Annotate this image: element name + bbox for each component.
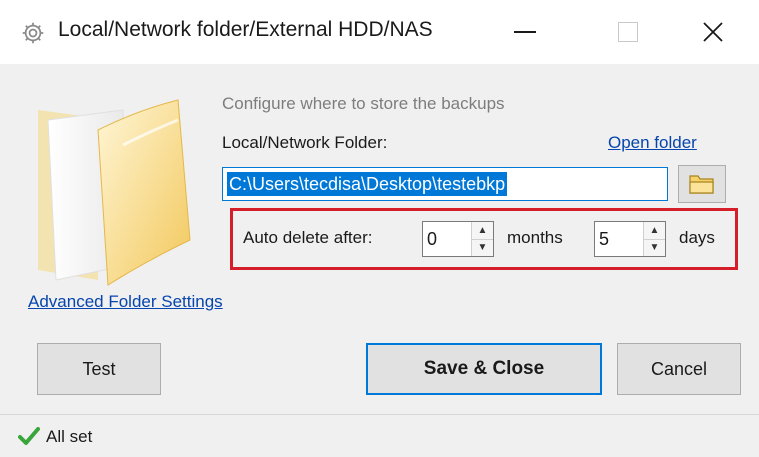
status-bar: All set xyxy=(0,414,759,457)
days-stepper-arrows: ▲ ▼ xyxy=(643,222,665,256)
save-close-button[interactable]: Save & Close xyxy=(366,343,602,395)
window-title: Local/Network folder/External HDD/NAS xyxy=(58,18,433,41)
cancel-button[interactable]: Cancel xyxy=(617,343,741,395)
folder-path-input[interactable]: C:\Users\tecdisa\Desktop\testebkp xyxy=(222,167,668,201)
folder-path-value: C:\Users\tecdisa\Desktop\testebkp xyxy=(227,172,508,196)
months-label: months xyxy=(507,228,563,247)
days-down-icon[interactable]: ▼ xyxy=(644,238,665,257)
months-stepper[interactable]: 0 ▲ ▼ xyxy=(422,221,494,257)
open-folder-link[interactable]: Open folder xyxy=(608,133,697,153)
minimize-button[interactable] xyxy=(480,0,570,64)
close-icon xyxy=(703,22,723,42)
folder-illustration-icon xyxy=(38,99,191,286)
close-button[interactable] xyxy=(668,0,758,64)
status-text: All set xyxy=(46,427,93,446)
months-down-icon[interactable]: ▼ xyxy=(472,238,493,257)
minimize-icon xyxy=(514,31,536,33)
maximize-icon xyxy=(618,22,638,42)
browse-folder-button[interactable] xyxy=(678,165,726,203)
days-up-icon[interactable]: ▲ xyxy=(644,222,665,239)
months-value[interactable]: 0 xyxy=(423,222,471,256)
description-text: Configure where to store the backups xyxy=(222,94,505,113)
title-bar: Local/Network folder/External HDD/NAS xyxy=(0,0,759,64)
test-button[interactable]: Test xyxy=(37,343,161,395)
maximize-button[interactable] xyxy=(583,0,673,64)
auto-delete-label: Auto delete after: xyxy=(243,228,373,247)
dialog-window: Local/Network folder/External HDD/NAS Co… xyxy=(0,0,759,457)
folder-label: Local/Network Folder: xyxy=(222,133,388,152)
advanced-folder-settings-link[interactable]: Advanced Folder Settings xyxy=(28,292,223,312)
days-stepper[interactable]: 5 ▲ ▼ xyxy=(594,221,666,257)
months-stepper-arrows: ▲ ▼ xyxy=(471,222,493,256)
days-label: days xyxy=(679,228,715,247)
days-value[interactable]: 5 xyxy=(595,222,643,256)
folder-icon xyxy=(689,175,714,194)
gear-icon xyxy=(22,22,44,44)
months-up-icon[interactable]: ▲ xyxy=(472,222,493,239)
checkmark-icon xyxy=(18,427,40,445)
